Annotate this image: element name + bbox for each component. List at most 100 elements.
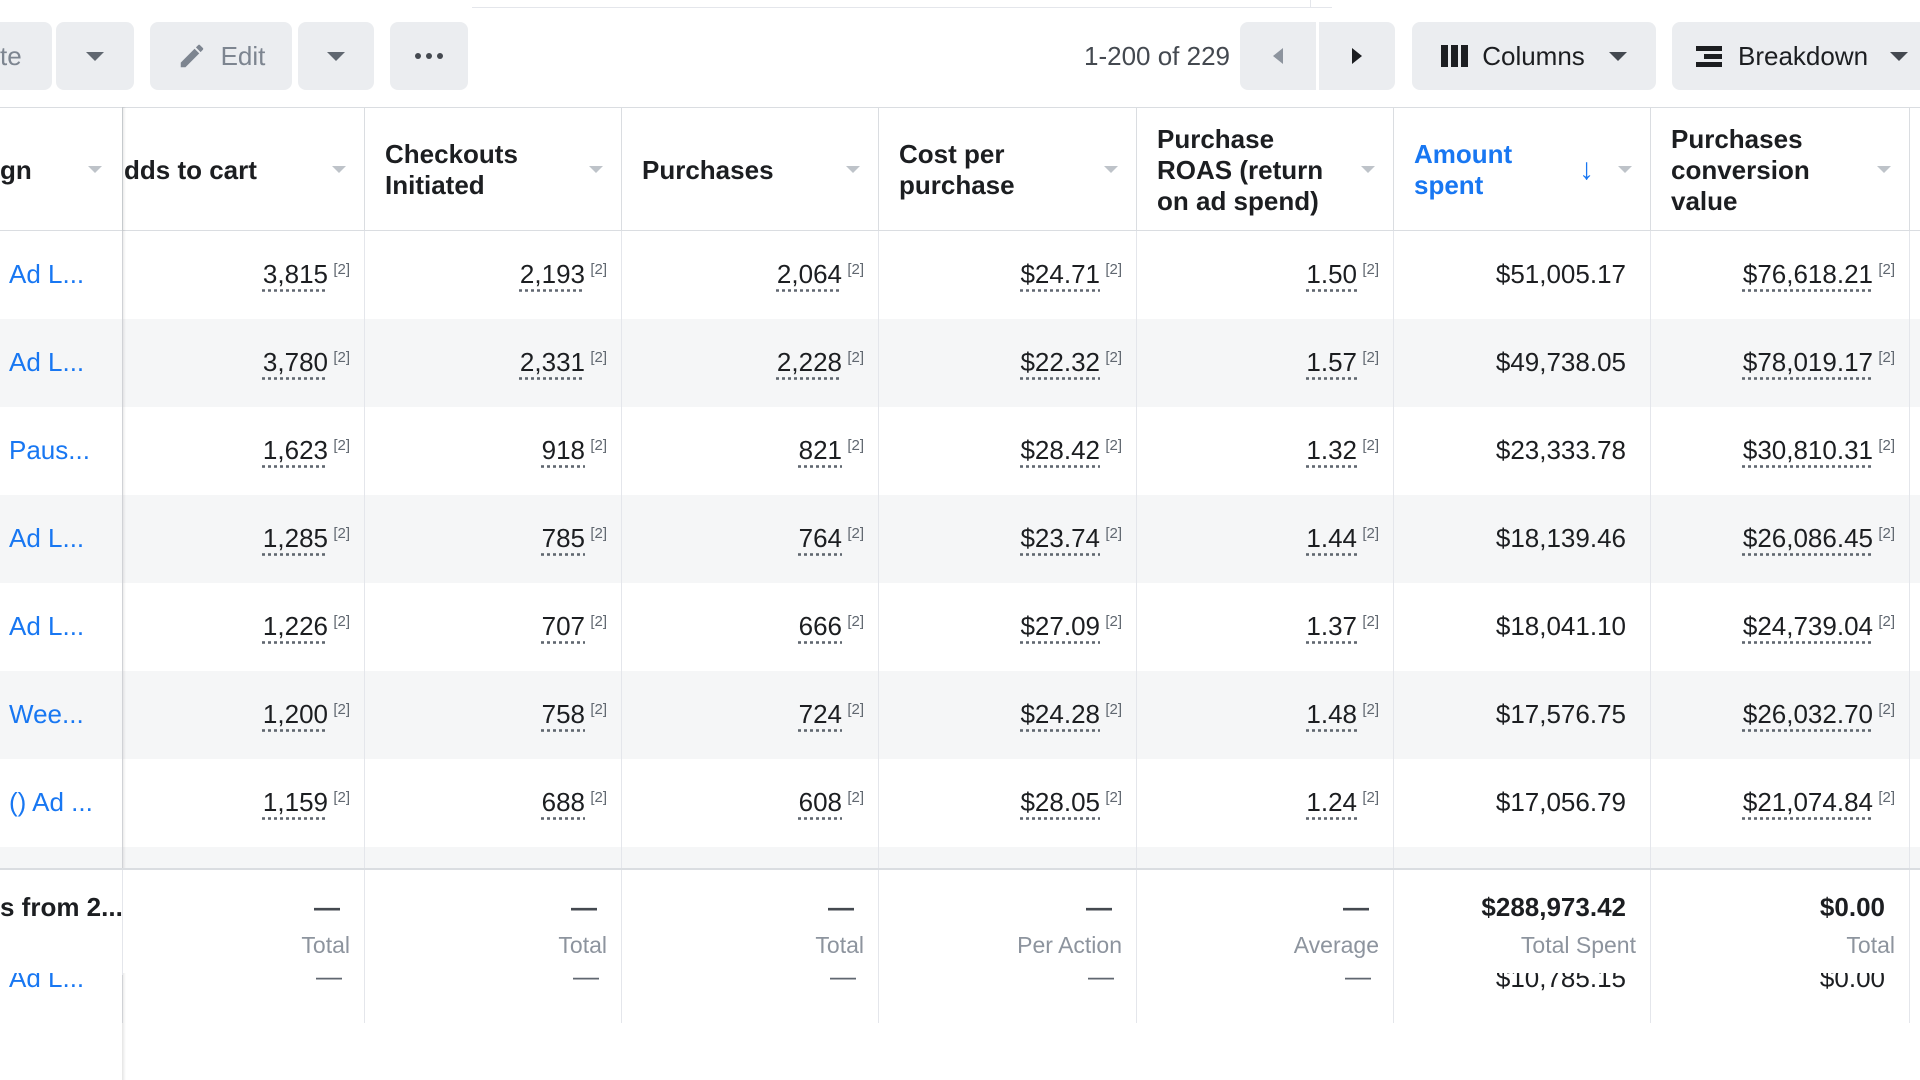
column-header-campaign[interactable]: gn	[0, 108, 123, 232]
cell-value-link[interactable]: $28.05	[1020, 787, 1100, 818]
cell-checkouts: [2] 707	[365, 583, 622, 671]
cell-value-link[interactable]: $24.28	[1020, 699, 1100, 730]
campaign-name-link[interactable]: Ad L...	[9, 347, 84, 378]
footnote-marker: [2]	[1105, 789, 1122, 806]
cell-value-link[interactable]: $76,618.21	[1743, 259, 1873, 290]
cell-value-link[interactable]: $22.32	[1020, 347, 1100, 378]
totals-value: $0.00	[1819, 892, 1885, 922]
cell-value-link[interactable]: 1.44	[1306, 523, 1357, 554]
footnote-marker: [2]	[1878, 349, 1895, 366]
cell-value-link[interactable]: $24.71	[1020, 259, 1100, 290]
column-header-cost-per-purchase[interactable]: Cost per purchase	[879, 108, 1137, 232]
footnote-marker: [2]	[1105, 437, 1122, 454]
cell-value-link[interactable]: $26,086.45	[1743, 523, 1873, 554]
campaign-name-link[interactable]: () Ad ...	[9, 787, 93, 818]
column-header-checkouts-initiated[interactable]: Checkouts Initiated	[365, 108, 622, 232]
cell-value-link[interactable]: $23.74	[1020, 523, 1100, 554]
cell-purchases: [2] 666	[622, 583, 879, 671]
cell-value-link[interactable]: 724	[799, 699, 842, 730]
columns-icon	[1441, 45, 1469, 67]
column-header-label: Purchases	[642, 154, 774, 185]
cell-value-link[interactable]: 2,064	[777, 259, 842, 290]
columns-button[interactable]: Columns	[1412, 22, 1656, 90]
cell-adds: [2] 1,623	[123, 407, 365, 495]
column-header-purchase-roas[interactable]: Purchase ROAS (return on ad spend)	[1137, 108, 1394, 232]
campaign-name-link[interactable]: Ad L...	[9, 611, 84, 642]
edit-dropdown-button[interactable]	[298, 22, 374, 90]
cell-value-link[interactable]: 666	[799, 611, 842, 642]
cell-value-link[interactable]: 1,159	[263, 787, 328, 818]
ellipsis-icon	[415, 53, 443, 59]
cell-adds: [2] 1,226	[123, 583, 365, 671]
more-options-button[interactable]	[390, 22, 468, 90]
sort-caret-icon[interactable]	[88, 166, 102, 173]
footnote-marker: [2]	[1362, 789, 1379, 806]
cell-value-link[interactable]: 608	[799, 787, 842, 818]
edit-button[interactable]: Edit	[150, 22, 292, 90]
duplicate-dropdown-button[interactable]	[56, 22, 134, 90]
cell-adds: [2] 1,285	[123, 495, 365, 583]
column-header-amount-spent[interactable]: Amount spent ↓	[1394, 108, 1651, 232]
cell-value-link[interactable]: $27.09	[1020, 611, 1100, 642]
duplicate-button[interactable]: te	[0, 22, 52, 90]
cell-value-link[interactable]: 785	[542, 523, 585, 554]
cell-value-link[interactable]: 2,193	[520, 259, 585, 290]
table-header-row: gn dds to cart Checkouts Initiated Purch…	[0, 107, 1920, 232]
cell-value-link[interactable]: $28.42	[1020, 435, 1100, 466]
cell-value-link[interactable]: 1.24	[1306, 787, 1357, 818]
cell-value-link[interactable]: 1.37	[1306, 611, 1357, 642]
totals-value: —	[1343, 892, 1369, 922]
cell-value-link[interactable]: 688	[542, 787, 585, 818]
cell-value-link[interactable]: 821	[799, 435, 842, 466]
previous-page-button[interactable]	[1240, 22, 1316, 90]
cell-value-link[interactable]: $24,739.04	[1743, 611, 1873, 642]
footnote-marker: [2]	[1362, 701, 1379, 718]
cell-value-link[interactable]: 707	[542, 611, 585, 642]
column-header-purchases-conversion-value[interactable]: Purchases conversion value	[1651, 108, 1910, 232]
cell-value-link[interactable]: 1.57	[1306, 347, 1357, 378]
cell-value-link[interactable]: 1,200	[263, 699, 328, 730]
cell-value-link[interactable]: $78,019.17	[1743, 347, 1873, 378]
cell-value-link[interactable]: 1,226	[263, 611, 328, 642]
cell-value-link[interactable]: 758	[542, 699, 585, 730]
cell-checkouts: [2] 758	[365, 671, 622, 759]
sort-caret-icon[interactable]	[1104, 166, 1118, 173]
breakdown-button[interactable]: Breakdown	[1672, 22, 1920, 90]
campaign-name-link[interactable]: Paus...	[9, 435, 90, 466]
cell-value-link[interactable]: 3,815	[263, 259, 328, 290]
cell-value-link[interactable]: $30,810.31	[1743, 435, 1873, 466]
cell-value-link[interactable]: $26,032.70	[1743, 699, 1873, 730]
footnote-marker: [2]	[590, 789, 607, 806]
column-header-adds-to-cart[interactable]: dds to cart	[123, 108, 365, 232]
breakdown-icon	[1696, 45, 1722, 67]
cell-value-link[interactable]: 1.48	[1306, 699, 1357, 730]
sort-caret-icon[interactable]	[1618, 166, 1632, 173]
chevron-down-icon	[1890, 51, 1909, 61]
cell-value-link[interactable]: 3,780	[263, 347, 328, 378]
sort-caret-icon[interactable]	[589, 166, 603, 173]
sort-caret-icon[interactable]	[846, 166, 860, 173]
cell-value-link[interactable]: 1,285	[263, 523, 328, 554]
cell-value-link[interactable]: $21,074.84	[1743, 787, 1873, 818]
campaign-name-link[interactable]: Ad L...	[9, 523, 84, 554]
cell-value-link[interactable]: 1,623	[263, 435, 328, 466]
sort-caret-icon[interactable]	[1877, 166, 1891, 173]
toolbar: te Edit 1-200 of 229 Columns Breakdown	[0, 22, 1920, 92]
column-header-purchases[interactable]: Purchases	[622, 108, 879, 232]
totals-sublabel: Total	[301, 932, 350, 958]
footnote-marker: [2]	[1362, 349, 1379, 366]
campaign-name-link[interactable]: Wee...	[9, 699, 84, 730]
cell-value-link[interactable]: 1.50	[1306, 259, 1357, 290]
sort-caret-icon[interactable]	[332, 166, 346, 173]
totals-adds-cell: — Total	[123, 870, 365, 975]
footnote-marker: [2]	[333, 701, 350, 718]
cell-value-link[interactable]: 764	[799, 523, 842, 554]
footnote-marker: [2]	[590, 701, 607, 718]
next-page-button[interactable]	[1319, 22, 1395, 90]
cell-value-link[interactable]: 1.32	[1306, 435, 1357, 466]
cell-value-link[interactable]: 2,331	[520, 347, 585, 378]
cell-value-link[interactable]: 918	[542, 435, 585, 466]
sort-caret-icon[interactable]	[1361, 166, 1375, 173]
cell-value-link[interactable]: 2,228	[777, 347, 842, 378]
campaign-name-link[interactable]: Ad L...	[9, 259, 84, 290]
